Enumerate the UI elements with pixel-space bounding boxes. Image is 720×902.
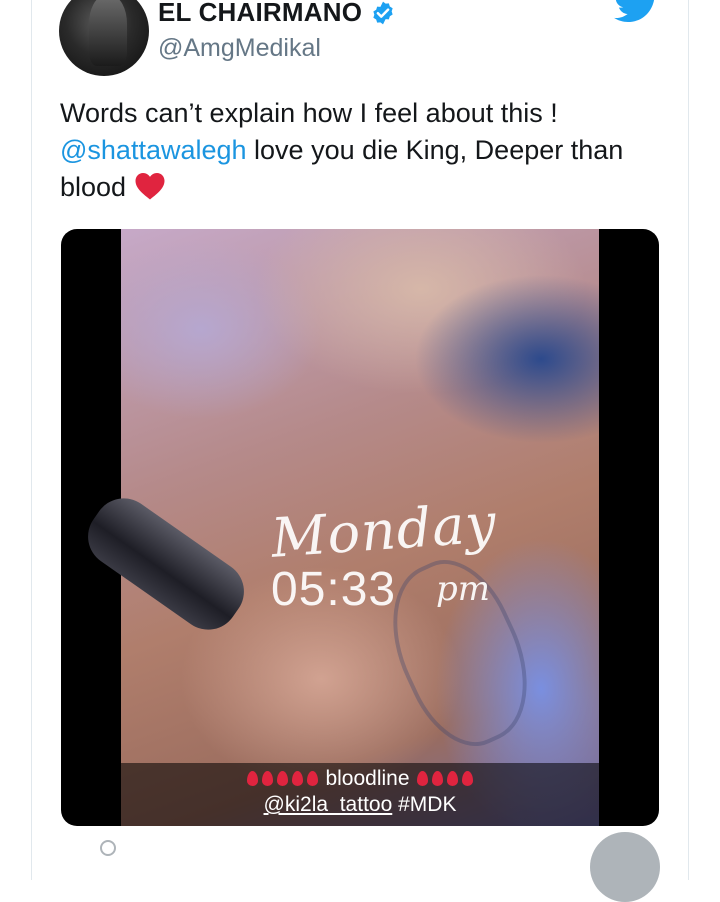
blood-drop-icon bbox=[462, 771, 474, 786]
tweet-text: Words can’t explain how I feel about thi… bbox=[60, 95, 680, 206]
more-action-button[interactable] bbox=[590, 832, 660, 902]
overlay-ampm: pm bbox=[436, 569, 491, 609]
blood-drop-icon bbox=[246, 771, 258, 786]
blood-drop-icon bbox=[291, 771, 303, 786]
display-name[interactable]: EL CHAIRMANO bbox=[158, 0, 362, 28]
blood-drop-icon bbox=[261, 771, 273, 786]
caption-word: bloodline bbox=[325, 767, 410, 790]
media-video[interactable]: Monday 05:33 pm bloodline @ki2la_tattoo … bbox=[61, 229, 659, 826]
reply-icon[interactable] bbox=[100, 840, 116, 856]
name-row: EL CHAIRMANO bbox=[158, 0, 396, 28]
verified-badge-icon bbox=[373, 1, 393, 24]
avatar-figure bbox=[89, 0, 127, 66]
blood-drop-icon bbox=[417, 771, 429, 786]
caption-tag-handle: @ki2la_tattoo bbox=[263, 793, 393, 816]
caption-line-2: @ki2la_tattoo #MDK bbox=[61, 793, 659, 817]
blood-drop-icon bbox=[276, 771, 288, 786]
blood-drop-icon bbox=[447, 771, 459, 786]
caption-line-1: bloodline bbox=[61, 767, 659, 791]
blood-drop-icon bbox=[306, 771, 318, 786]
user-handle[interactable]: @AmgMedikal bbox=[158, 34, 321, 63]
caption-hashtag: #MDK bbox=[398, 793, 457, 816]
red-heart-icon bbox=[135, 173, 165, 200]
twitter-bird-icon[interactable] bbox=[614, 0, 660, 24]
blood-drop-icon bbox=[432, 771, 444, 786]
overlay-time: 05:33 bbox=[271, 563, 397, 616]
tweet-text-line1: Words can’t explain how I feel about thi… bbox=[60, 98, 558, 128]
mention-link[interactable]: @shattawalegh bbox=[60, 135, 247, 165]
